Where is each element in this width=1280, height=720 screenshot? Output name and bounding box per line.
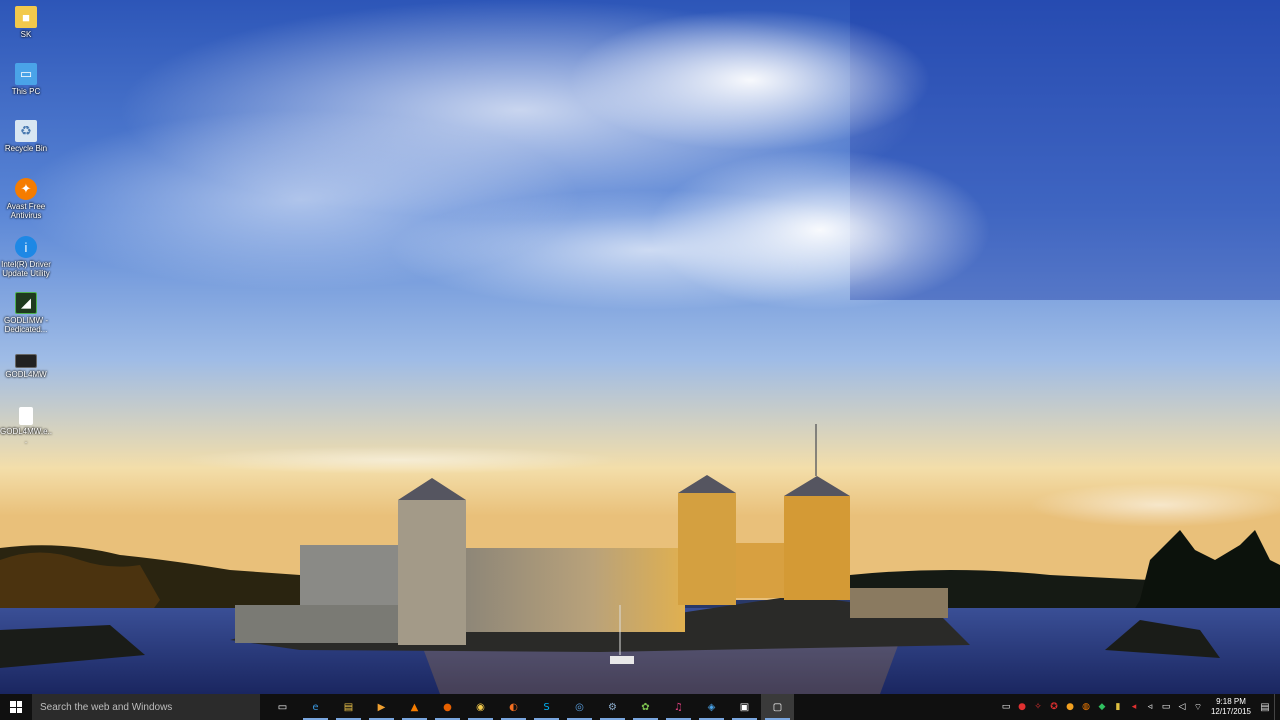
- desktop-icon-this-pc[interactable]: ▭ This PC: [0, 63, 52, 96]
- task-view-icon: ▭: [277, 701, 288, 713]
- origin-icon: ◐: [509, 701, 518, 713]
- desktop-icon-intel-driver[interactable]: i Intel(R) Driver Update Utility: [0, 236, 52, 278]
- alert-tray-icon[interactable]: ●: [1062, 694, 1078, 720]
- desktop-icon-godl4mw-exe[interactable]: GODL4MW.e...: [0, 407, 52, 445]
- desktop-icon-godl4mw[interactable]: GODL4MW: [0, 354, 52, 379]
- network-tray-icon[interactable]: ✧: [1030, 694, 1046, 720]
- taskbar-open-window-button[interactable]: ▢: [761, 694, 794, 720]
- taskbar-itunes-button[interactable]: ♫: [662, 694, 695, 720]
- volume-tray-icon[interactable]: ◁: [1174, 694, 1190, 720]
- show-desktop-button[interactable]: [1274, 694, 1280, 720]
- itunes-icon: ♫: [674, 701, 683, 713]
- taskbar-chrome-button[interactable]: ◉: [464, 694, 497, 720]
- taskbar-steam-button[interactable]: ⚙: [596, 694, 629, 720]
- avast-tray-icon[interactable]: ◍: [1078, 694, 1094, 720]
- system-tray: ▭ ● ✧ ✪ ● ◍ ◆ ▮ ◂ ◃ ▭ ◁ ⌔ 9:18 PM 12/17/2015 ▤: [998, 694, 1280, 720]
- game-tray-icon[interactable]: ✪: [1046, 694, 1062, 720]
- taskbar-media-player-button[interactable]: ▶: [365, 694, 398, 720]
- search-input[interactable]: Search the web and Windows: [32, 694, 260, 720]
- taskbar-file-explorer-button[interactable]: ▤: [332, 694, 365, 720]
- xbox-app-icon: ✿: [641, 701, 650, 713]
- user-folder-icon: ■: [15, 6, 37, 28]
- intel-icon: i: [15, 236, 37, 258]
- clock-time: 9:18 PM: [1216, 697, 1246, 706]
- media-player-icon: ▶: [377, 701, 386, 713]
- file-explorer-icon: ▤: [343, 701, 354, 713]
- safari-icon: ◈: [707, 701, 716, 713]
- notes-tray-icon[interactable]: ▭: [998, 694, 1014, 720]
- vlc-icon: ▲: [410, 701, 419, 713]
- taskbar-origin-button[interactable]: ◐: [497, 694, 530, 720]
- screen-capture-icon: ▣: [739, 701, 750, 713]
- browser-globe-icon: ◎: [575, 701, 584, 713]
- taskbar-apps: ▭ e ▤ ▶ ▲ ● ◉ ◐ S ◎ ⚙ ✿ ♫ ◈ ▣ ▢: [266, 694, 794, 720]
- update-tray-icon[interactable]: ◆: [1094, 694, 1110, 720]
- game-server-icon: ◢: [15, 292, 37, 314]
- computer-icon: ▭: [15, 63, 37, 85]
- windows-logo-icon: [10, 701, 22, 713]
- chrome-icon: ◉: [476, 701, 485, 713]
- taskbar-firefox-button[interactable]: ●: [431, 694, 464, 720]
- desktop-wallpaper: [0, 0, 1280, 694]
- tray-icons: ▭ ● ✧ ✪ ● ◍ ◆ ▮ ◂ ◃ ▭ ◁ ⌔: [998, 694, 1206, 720]
- search-placeholder: Search the web and Windows: [40, 701, 173, 713]
- start-button[interactable]: [0, 694, 32, 720]
- castle-lake-scene: [0, 0, 1280, 694]
- flag-tray-icon[interactable]: ◂: [1126, 694, 1142, 720]
- recycle-bin-icon: ♻: [15, 120, 37, 142]
- open-window-icon: ▢: [772, 701, 783, 713]
- power-tray-icon[interactable]: ▮: [1110, 694, 1126, 720]
- taskbar-screen-capture-button[interactable]: ▣: [728, 694, 761, 720]
- clock[interactable]: 9:18 PM 12/17/2015: [1206, 694, 1256, 720]
- taskbar-safari-button[interactable]: ◈: [695, 694, 728, 720]
- taskbar-xbox-app-button[interactable]: ✿: [629, 694, 662, 720]
- taskbar-edge-button[interactable]: e: [299, 694, 332, 720]
- game-icon: [15, 354, 37, 368]
- speaker-tray-icon[interactable]: ◃: [1142, 694, 1158, 720]
- desktop-icon-recycle-bin[interactable]: ♻ Recycle Bin: [0, 120, 52, 153]
- firefox-icon: ●: [443, 701, 452, 713]
- desktop-icon-avast[interactable]: ✦ Avast Free Antivirus: [0, 178, 52, 220]
- taskbar: Search the web and Windows ▭ e ▤ ▶ ▲ ● ◉ ◐ S ◎ ⚙ ✿ ♫…: [0, 694, 1280, 720]
- desktop-icon-godlimw-dedicated[interactable]: ◢ GODLIMW - Dedicated...: [0, 292, 52, 334]
- taskbar-vlc-button[interactable]: ▲: [398, 694, 431, 720]
- antivirus-tray-icon[interactable]: ●: [1014, 694, 1030, 720]
- skype-icon: S: [543, 701, 550, 713]
- desktop-icon-sk[interactable]: ■ SK: [0, 6, 52, 39]
- monitor-tray-icon[interactable]: ▭: [1158, 694, 1174, 720]
- wifi-tray-icon[interactable]: ⌔: [1190, 694, 1206, 720]
- taskbar-browser-globe-button[interactable]: ◎: [563, 694, 596, 720]
- taskbar-task-view-button[interactable]: ▭: [266, 694, 299, 720]
- clock-date: 12/17/2015: [1210, 707, 1252, 716]
- steam-icon: ⚙: [608, 701, 617, 713]
- action-center-icon[interactable]: ▤: [1256, 694, 1274, 720]
- taskbar-skype-button[interactable]: S: [530, 694, 563, 720]
- edge-icon: e: [312, 701, 319, 713]
- avast-icon: ✦: [15, 178, 37, 200]
- file-icon: [19, 407, 33, 425]
